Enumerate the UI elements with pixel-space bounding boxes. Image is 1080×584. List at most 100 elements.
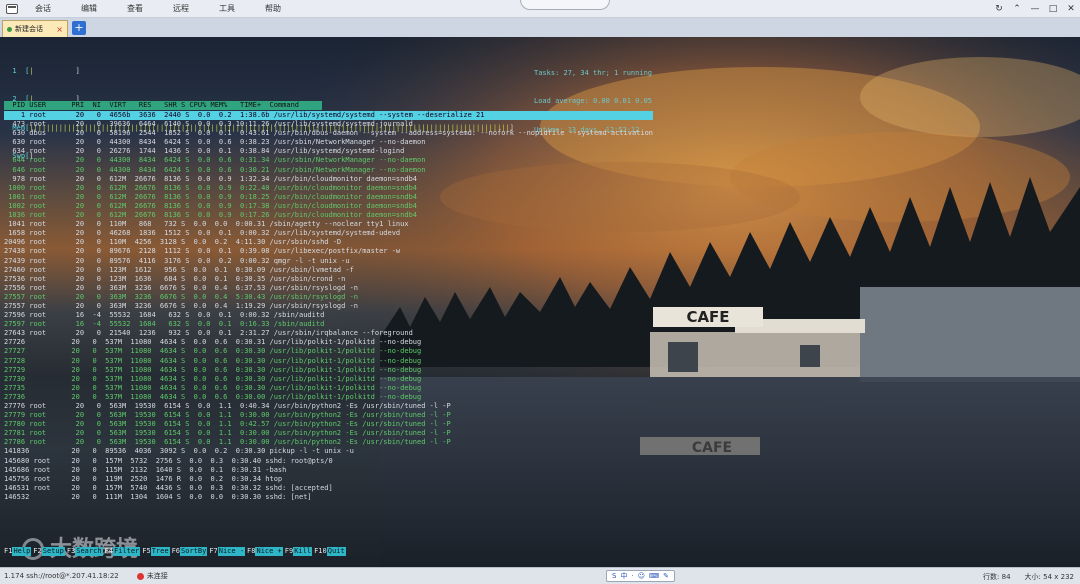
add-tab-button[interactable]: + (72, 21, 86, 35)
process-row[interactable]: 27439 root 20 0 89576 4116 3176 S 0.0 0.… (4, 257, 653, 266)
line-count: 行数: 84 (983, 573, 1011, 581)
process-row[interactable]: 646 root 20 0 44300 8434 6424 S 0.0 0.6 … (4, 166, 653, 175)
process-row[interactable]: 27643 root 20 0 21540 1236 932 S 0.0 0.1… (4, 329, 653, 338)
cafe-reflection-text: CAFE (692, 440, 732, 456)
ime-skin-icon[interactable]: ✎ (663, 572, 669, 580)
process-row[interactable]: 978 root 20 0 612M 26676 8136 S 0.0 0.9 … (4, 175, 653, 184)
process-row[interactable]: 145686 root 20 0 115M 2132 1640 S 0.0 0.… (4, 466, 653, 475)
title-notch (520, 0, 610, 10)
process-row[interactable]: 644 root 20 0 44300 8434 6424 S 0.0 0.6 … (4, 156, 653, 165)
process-row[interactable]: 141836 20 0 89536 4036 3092 S 0.0 0.2 0:… (4, 447, 653, 456)
function-key-bar: F1 Help F2 Setup F3 Search F4 Filter F5 Tree F6 Sor… (4, 547, 348, 556)
menu-tools[interactable]: 工具 (210, 3, 244, 14)
process-list[interactable]: 1 root 20 0 4656b 3636 2440 S 0.0 0.2 1:… (4, 111, 654, 502)
ime-chinese-mode[interactable]: 中 (620, 571, 627, 581)
process-row[interactable]: 27728 20 0 537M 11080 4634 S 0.0 0.6 0:3… (4, 357, 653, 366)
process-row[interactable]: 630 root 20 0 44300 8434 6424 S 0.0 0.6 … (4, 138, 653, 147)
refresh-icon[interactable]: ↻ (990, 4, 1008, 14)
fn-key-nice[interactable]: F8 Nice + (247, 547, 285, 556)
process-row[interactable]: 145680 root 20 0 157M 5732 2756 S 0.0 0.… (4, 457, 653, 466)
process-row[interactable]: 27727 20 0 537M 11080 4634 S 0.0 0.6 0:3… (4, 347, 653, 356)
fn-key-search[interactable]: F3 Search (67, 547, 105, 556)
process-row[interactable]: 146531 root 20 0 157M 5740 4436 S 0.0 0.… (4, 484, 653, 493)
terminal-area[interactable]: CAFE CAFE 1 [| ] 2 [| ] Mem[||||||||||||… (0, 37, 1080, 567)
process-row[interactable]: 27729 20 0 537M 11080 4634 S 0.0 0.6 0:3… (4, 366, 653, 375)
process-table-header[interactable]: PID USER PRI NI VIRT RES SHR S CPU% MEM%… (4, 101, 322, 110)
fn-key-code: F3 (66, 547, 76, 555)
process-row[interactable]: 27730 20 0 537M 11080 4634 S 0.0 0.6 0:3… (4, 375, 653, 384)
cafe-sign-text: CAFE (686, 308, 729, 326)
fn-key-code: F10 (314, 547, 327, 555)
fn-key-filter[interactable]: F4 Filter (105, 547, 143, 556)
fn-key-sortby[interactable]: F6 SortBy (172, 547, 210, 556)
fn-key-label: Quit (326, 547, 346, 556)
minimize-button[interactable]: — (1026, 4, 1044, 14)
tab-new-session[interactable]: 新建会话 × (2, 20, 68, 37)
ime-punct-icon[interactable]: · (631, 572, 633, 580)
process-row[interactable]: 1041 root 20 0 110M 868 732 S 0.0 0.0 0:… (4, 220, 653, 229)
ime-logo-icon[interactable]: S (612, 572, 616, 580)
fn-key-code: F9 (284, 547, 294, 555)
collapse-icon[interactable]: ⌃ (1008, 4, 1026, 14)
process-row[interactable]: 145756 root 20 0 119M 2520 1476 R 0.0 0.… (4, 475, 653, 484)
process-row[interactable]: 1658 root 20 0 46268 1836 1512 S 0.0 0.1… (4, 229, 653, 238)
menu-remote[interactable]: 远程 (164, 3, 198, 14)
ime-emoji-icon[interactable]: ☺ (638, 572, 645, 580)
title-bar: 会话 编辑 查看 远程 工具 帮助 ↻ ⌃ — □ ✕ (0, 0, 1080, 18)
process-row[interactable]: 630 dbus 20 0 58196 2544 1852 S 0.0 0.1 … (4, 129, 653, 138)
process-row[interactable]: 27786 root 20 0 563M 19530 6154 S 0.0 1.… (4, 438, 653, 447)
fn-key-setup[interactable]: F2 Setup (33, 547, 67, 556)
menu-help[interactable]: 帮助 (256, 3, 290, 14)
load-average-line: Load average: 0.00 0.01 0.05 (534, 97, 653, 106)
fn-key-code: F4 (104, 547, 113, 555)
process-row[interactable]: 27438 root 20 0 89676 2128 1112 S 0.0 0.… (4, 247, 653, 256)
process-row[interactable]: 27536 root 20 0 123M 1636 684 S 0.0 0.1 … (4, 275, 653, 284)
process-row[interactable]: 146532 20 0 111M 1304 1604 S 0.0 0.0 0:3… (4, 493, 653, 502)
close-button[interactable]: ✕ (1062, 4, 1080, 14)
fn-key-nice[interactable]: F7 Nice - (209, 547, 247, 556)
process-row[interactable]: 1002 root 20 0 612M 26676 8136 S 0.0 0.9… (4, 202, 653, 211)
connection-address: 1.174 ssh://root@*.207.41.18:22 (4, 572, 119, 580)
maximize-button[interactable]: □ (1044, 4, 1062, 14)
ime-toolbar[interactable]: S 中 · ☺ ⌨ ✎ (606, 570, 675, 582)
process-row[interactable]: 27596 root 16 -4 55532 1684 632 S 0.0 0.… (4, 311, 653, 320)
fn-key-code: F8 (247, 547, 256, 555)
fn-key-label: Search (75, 547, 103, 556)
process-row[interactable]: 27780 root 20 0 563M 19530 6154 S 0.0 1.… (4, 420, 653, 429)
process-row[interactable]: 27736 20 0 537M 11080 4634 S 0.0 0.6 0:3… (4, 393, 653, 402)
process-row[interactable]: 634 root 20 0 26276 1744 1436 S 0.0 0.1 … (4, 147, 653, 156)
process-row[interactable]: 473 root 20 0 39636 6464 6140 S 0.0 0.3 … (4, 120, 653, 129)
cpu1-meter: 1 [| ] (4, 67, 80, 76)
process-row[interactable]: 27779 root 20 0 563M 19530 6154 S 0.0 1.… (4, 411, 653, 420)
process-row[interactable]: 1000 root 20 0 612M 26676 8136 S 0.0 0.9… (4, 184, 653, 193)
process-row[interactable]: 27557 root 20 0 363M 3236 6676 S 0.0 0.4… (4, 302, 653, 311)
fn-key-help[interactable]: F1 Help (4, 547, 33, 556)
fn-key-label: Setup (41, 547, 65, 556)
fn-key-quit[interactable]: F10 Quit (314, 547, 348, 556)
ime-keyboard-icon[interactable]: ⌨ (649, 572, 659, 580)
process-row[interactable]: 1 root 20 0 4656b 3636 2440 S 0.0 0.2 1:… (4, 111, 654, 121)
fn-key-code: F2 (33, 547, 42, 555)
process-row[interactable]: 27776 root 20 0 563M 19530 6154 S 0.0 1.… (4, 402, 653, 411)
process-row[interactable]: 1001 root 20 0 612M 26676 8136 S 0.0 0.9… (4, 193, 653, 202)
process-row[interactable]: 27781 root 20 0 563M 19530 6154 S 0.0 1.… (4, 429, 653, 438)
process-row[interactable]: 27597 root 16 -4 55532 1684 632 S 0.0 0.… (4, 320, 653, 329)
process-row[interactable]: 27556 root 20 0 363M 3236 6676 S 0.0 0.4… (4, 284, 653, 293)
tab-label: 新建会话 (15, 25, 43, 33)
status-right: 行数: 84 大小: 54 x 232 (983, 572, 1074, 582)
process-row[interactable]: 27735 20 0 537M 11080 4634 S 0.0 0.6 0:3… (4, 384, 653, 393)
process-row[interactable]: 20496 root 20 0 110M 4256 3128 S 0.0 0.2… (4, 238, 653, 247)
menu-session[interactable]: 会话 (26, 3, 60, 14)
fn-key-kill[interactable]: F9 Kill (285, 547, 314, 556)
menu-edit[interactable]: 编辑 (72, 3, 106, 14)
process-row[interactable]: 27460 root 20 0 123M 1612 956 S 0.0 0.1 … (4, 266, 653, 275)
fn-key-label: Filter (112, 547, 141, 556)
connection-dot-icon (7, 26, 12, 32)
process-row[interactable]: 27557 root 20 0 363M 3236 6676 S 0.0 0.4… (4, 293, 653, 302)
fn-key-tree[interactable]: F5 Tree (142, 547, 171, 556)
tab-close-icon[interactable]: × (56, 25, 63, 34)
process-row[interactable]: 1036 root 20 0 612M 26676 8136 S 0.0 0.9… (4, 211, 653, 220)
menu-view[interactable]: 查看 (118, 3, 152, 14)
process-row[interactable]: 27726 20 0 537M 11080 4634 S 0.0 0.6 0:3… (4, 338, 653, 347)
fn-key-code: F6 (171, 547, 181, 555)
